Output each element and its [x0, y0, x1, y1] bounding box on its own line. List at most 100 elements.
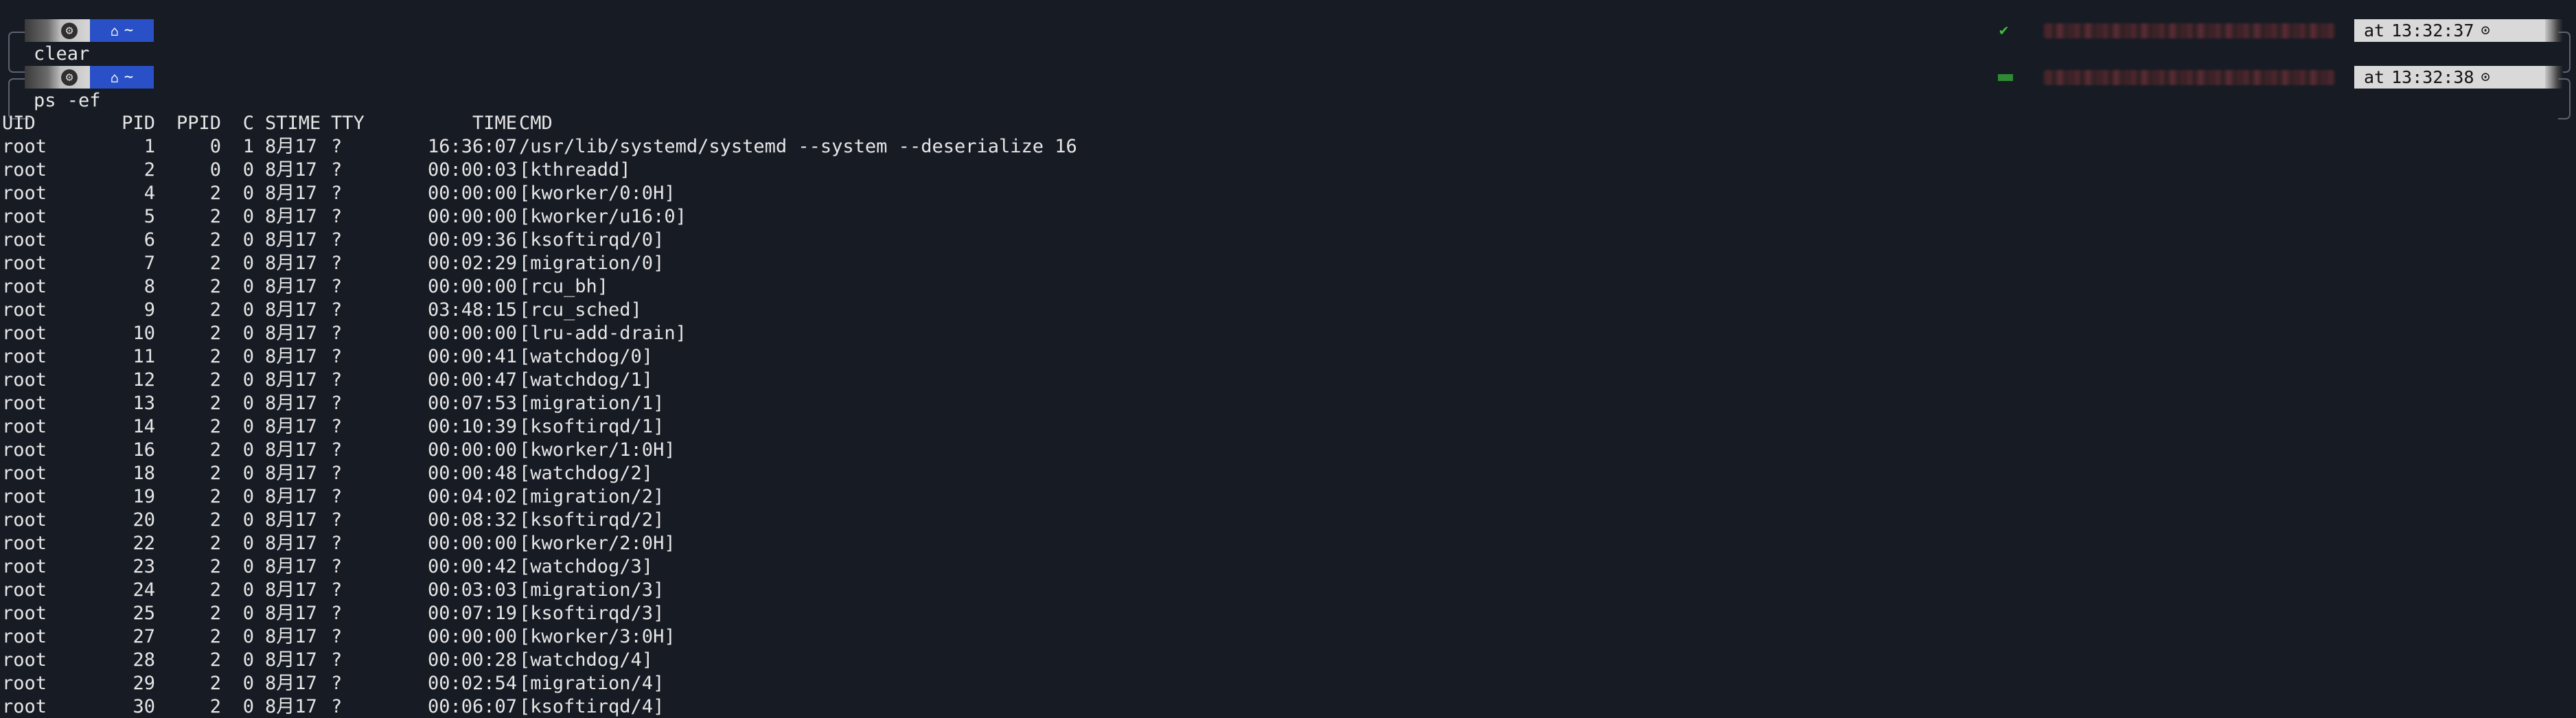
- command-text[interactable]: ps -ef: [34, 89, 101, 113]
- cell-c: 0: [242, 649, 254, 671]
- cell-c: 0: [242, 439, 254, 461]
- cell-time: 00:08:32: [427, 509, 517, 531]
- cell-ppid: 2: [209, 346, 221, 367]
- cell-cmd: [kworker/0:0H]: [519, 183, 676, 204]
- cell-stime: 8月17: [265, 346, 317, 367]
- cell-c: 0: [242, 463, 254, 484]
- header-time: TIME: [472, 113, 517, 134]
- cell-pid: 1: [143, 136, 155, 157]
- cell-pid: 18: [133, 463, 155, 484]
- directory-segment: ⌂ ~: [90, 19, 154, 42]
- cell-pid: 12: [133, 369, 155, 391]
- header-c: C: [242, 113, 254, 134]
- cell-c: 0: [242, 673, 254, 694]
- cell-cmd: [ksoftirqd/2]: [519, 509, 665, 531]
- cell-ppid: 2: [209, 603, 221, 624]
- cell-pid: 23: [133, 556, 155, 577]
- cell-uid: root: [2, 229, 47, 251]
- cell-pid: 28: [133, 649, 155, 671]
- cell-tty: ?: [331, 159, 343, 181]
- cell-pid: 7: [143, 253, 155, 274]
- cell-tty: ?: [331, 416, 343, 437]
- cell-uid: root: [2, 649, 47, 671]
- cell-stime: 8月17: [265, 673, 317, 694]
- cell-stime: 8月17: [265, 579, 317, 601]
- cell-uid: root: [2, 276, 47, 297]
- cell-stime: 8月17: [265, 253, 317, 274]
- cell-c: 0: [242, 253, 254, 274]
- cell-c: 0: [242, 626, 254, 647]
- cell-time: 00:00:28: [427, 649, 517, 671]
- cell-pid: 11: [133, 346, 155, 367]
- cell-time: 00:04:02: [427, 486, 517, 507]
- cell-cmd: [migration/2]: [519, 486, 665, 507]
- cell-time: 00:00:00: [427, 439, 517, 461]
- clock-icon: ⊙: [2481, 69, 2490, 86]
- cell-stime: 8月17: [265, 439, 317, 461]
- cell-uid: root: [2, 603, 47, 624]
- cell-time: 16:36:07: [427, 136, 517, 157]
- prompt-line-2: ⚙ ⌂ ~ ps -ef at 13:32:38 ⊙: [0, 66, 2576, 119]
- cell-pid: 8: [143, 276, 155, 297]
- header-stime: STIME: [265, 113, 321, 134]
- cell-uid: root: [2, 323, 47, 344]
- cell-pid: 29: [133, 673, 155, 694]
- cell-c: 0: [242, 486, 254, 507]
- cell-ppid: 2: [209, 229, 221, 251]
- directory-label: ~: [124, 22, 134, 39]
- time-segment: at 13:32:37 ⊙: [2354, 19, 2545, 42]
- cell-tty: ?: [331, 509, 343, 531]
- cell-time: 00:00:00: [427, 183, 517, 204]
- cell-pid: 16: [133, 439, 155, 461]
- cell-time: 00:02:29: [427, 253, 517, 274]
- cell-ppid: 2: [209, 299, 221, 321]
- cell-cmd: [migration/4]: [519, 673, 665, 694]
- cell-tty: ?: [331, 136, 343, 157]
- cell-ppid: 2: [209, 393, 221, 414]
- cell-ppid: 2: [209, 206, 221, 227]
- cell-uid: root: [2, 206, 47, 227]
- cell-uid: root: [2, 509, 47, 531]
- prompt-frame-left-top: [8, 32, 25, 54]
- cell-ppid: 2: [209, 276, 221, 297]
- os-segment: ⚙: [25, 19, 90, 42]
- command-text[interactable]: clear: [34, 43, 89, 66]
- cell-time: 00:09:36: [427, 229, 517, 251]
- cell-ppid: 2: [209, 533, 221, 554]
- cell-stime: 8月17: [265, 276, 317, 297]
- cell-cmd: [ksoftirqd/3]: [519, 603, 665, 624]
- cell-stime: 8月17: [265, 323, 317, 344]
- cell-stime: 8月17: [265, 393, 317, 414]
- prompt-frame-left-top: [8, 78, 25, 100]
- cell-time: 00:00:00: [427, 276, 517, 297]
- cell-c: 0: [242, 323, 254, 344]
- cell-ppid: 2: [209, 486, 221, 507]
- cell-tty: ?: [331, 276, 343, 297]
- cell-ppid: 2: [209, 626, 221, 647]
- terminal-window[interactable]: ⚙ ⌂ ~ clear ✔ at 13:32:37 ⊙ ⚙ ⌂ ~ ps -ef: [0, 0, 2576, 718]
- cell-cmd: [watchdog/1]: [519, 369, 654, 391]
- cell-cmd: [rcu_bh]: [519, 276, 609, 297]
- cell-cmd: [watchdog/2]: [519, 463, 654, 484]
- cell-ppid: 2: [209, 463, 221, 484]
- cell-tty: ?: [331, 253, 343, 274]
- cell-cmd: [migration/3]: [519, 579, 665, 601]
- cell-uid: root: [2, 416, 47, 437]
- cell-cmd: [rcu_sched]: [519, 299, 642, 321]
- cell-pid: 19: [133, 486, 155, 507]
- cell-stime: 8月17: [265, 299, 317, 321]
- cell-tty: ?: [331, 486, 343, 507]
- cell-stime: 8月17: [265, 626, 317, 647]
- cell-cmd: [kworker/2:0H]: [519, 533, 676, 554]
- header-uid: UID: [2, 113, 36, 134]
- cell-pid: 20: [133, 509, 155, 531]
- cell-tty: ?: [331, 299, 343, 321]
- cell-stime: 8月17: [265, 649, 317, 671]
- cell-stime: 8月17: [265, 486, 317, 507]
- cell-c: 0: [242, 229, 254, 251]
- cell-ppid: 0: [209, 159, 221, 181]
- cell-pid: 30: [133, 696, 155, 717]
- time-segment: at 13:32:38 ⊙: [2354, 66, 2545, 89]
- cell-time: 00:10:39: [427, 416, 517, 437]
- cell-stime: 8月17: [265, 509, 317, 531]
